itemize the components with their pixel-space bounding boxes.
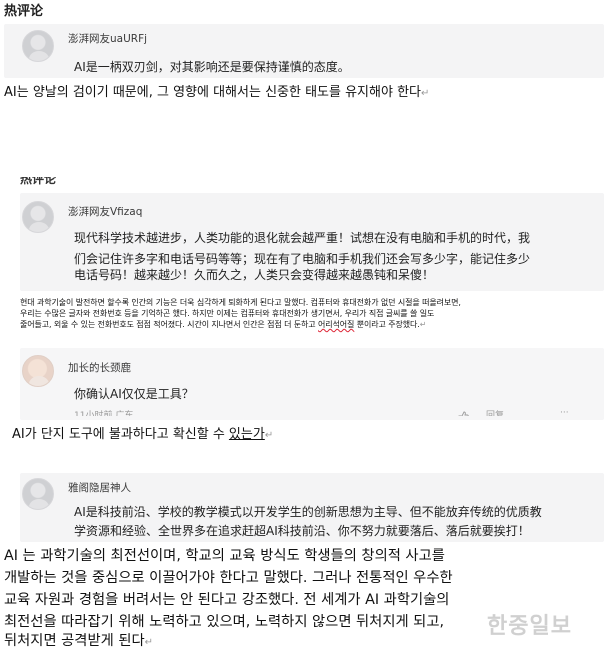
paragraph-mark: ↵ [420, 88, 430, 99]
translation-line: 개발하는 것을 중심으로 이끌어가야 한다고 말했다. 그러나 전통적인 우수한 [4, 570, 453, 586]
paragraph-mark: ↵ [419, 320, 427, 329]
comment-username[interactable]: 加长的长颈鹿 [68, 360, 131, 375]
section-title-partial: 热评论 [20, 177, 57, 186]
like-icon[interactable] [458, 407, 469, 416]
section-title: 热评论 [4, 4, 44, 19]
comment-meta: 11小时前 广东 [74, 411, 134, 416]
reply-button[interactable]: 回复 [486, 408, 504, 416]
paragraph-mark: ↵ [264, 430, 274, 441]
translation-line: 뒤처지면 공격받게 된다↵ [4, 630, 153, 652]
avatar[interactable] [22, 201, 54, 233]
translation-line: 줄어들고, 외울 수 있는 전화번호도 점점 적어졌다. 시간이 지나면서 인간… [20, 320, 319, 329]
translation-line: 뿐이라고 주장했다. [354, 320, 420, 329]
translation-text: AI가 단지 도구에 불과하다고 확신할 수 있는가↵ [12, 424, 273, 447]
comment-text-line: 现代科学技术越进步，人类功能的退化就会越严重！试想在没有电脑和手机的时代，我 [74, 231, 531, 245]
paragraph-mark: ↵ [144, 637, 154, 648]
more-icon[interactable]: ··· [560, 408, 576, 416]
comment-username[interactable]: 澎湃网友uaURFj [68, 31, 147, 46]
translation-line: 교육 자원과 경험을 버려서는 안 된다고 강조했다. 전 세계가 AI 과학기… [4, 592, 450, 608]
comment-text-line: 学资源和经验、全世界多在追求赶超AI科技前沿、你不努力就要落后、落后就要挨打！ [74, 524, 530, 538]
avatar[interactable] [22, 355, 54, 387]
comment-text: 你确认AI仅仅是工具？ [74, 387, 194, 401]
translation-line: 우리는 수많은 글자와 전화번호 등을 기억하곤 했다. 하지만 이제는 컴퓨터… [20, 309, 435, 318]
comment-username[interactable]: 澎湃网友Vfizaq [68, 204, 142, 219]
translation-line: 뒤처지면 공격받게 된다 [4, 633, 145, 649]
comment-text: AI是一柄双刃剑，对其影响还是要保持谨慎的态度。 [74, 60, 350, 74]
translation-text: AI가 단지 도구에 불과하다고 확신할 수 [12, 427, 229, 442]
translation-text: AI는 양날의 검이기 때문에, 그 영향에 대해서는 신중한 태도를 유지해야… [4, 82, 429, 105]
avatar[interactable] [22, 478, 54, 510]
translation-text: AI는 양날의 검이기 때문에, 그 영향에 대해서는 신중한 태도를 유지해야… [4, 85, 421, 100]
comment-username[interactable]: 雅阁隐居神人 [68, 480, 131, 495]
translation-line: 줄어들고, 외울 수 있는 전화번호도 점점 적어졌다. 시간이 지나면서 인간… [20, 319, 426, 331]
watermark-logo: 한중일보 [487, 614, 572, 639]
translation-line: AI 는 과학기술의 최전선이며, 학교의 교육 방식도 학생들의 창의적 사고… [4, 548, 445, 564]
avatar[interactable] [22, 30, 54, 62]
translation-underlined: 있는가 [228, 427, 265, 442]
translation-line: 현대 과학기술이 발전하면 할수록 인간의 기능은 더욱 심각하게 퇴화하게 된… [20, 298, 461, 307]
spellcheck-word: 어리석어질 [318, 320, 355, 329]
comment-text-line: 电话号码！越来越少！久而久之，人类只会变得越来越愚钝和呆傻！ [74, 268, 435, 282]
